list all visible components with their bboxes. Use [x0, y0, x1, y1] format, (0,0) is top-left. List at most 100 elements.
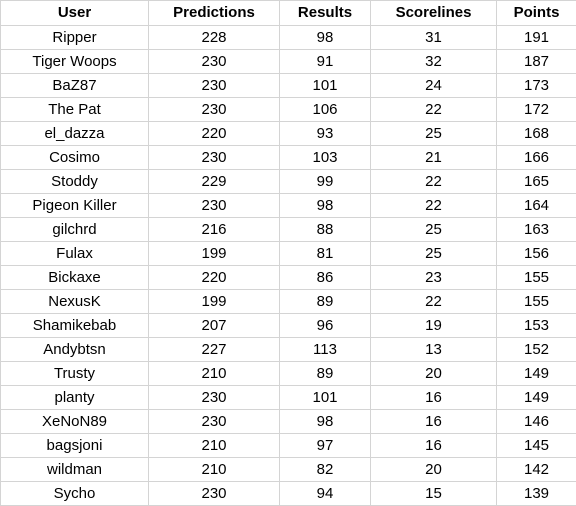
cell-user: Tiger Woops — [1, 50, 149, 74]
cell-points: 164 — [497, 194, 576, 218]
cell-points: 155 — [497, 266, 576, 290]
cell-predictions: 230 — [149, 482, 280, 506]
cell-user: The Pat — [1, 98, 149, 122]
cell-scorelines: 25 — [371, 218, 497, 242]
cell-predictions: 230 — [149, 74, 280, 98]
cell-points: 166 — [497, 146, 576, 170]
cell-results: 91 — [280, 50, 371, 74]
cell-points: 149 — [497, 386, 576, 410]
cell-user: Ripper — [1, 26, 149, 50]
header-results: Results — [280, 1, 371, 26]
cell-predictions: 220 — [149, 266, 280, 290]
cell-scorelines: 22 — [371, 170, 497, 194]
cell-user: gilchrd — [1, 218, 149, 242]
cell-points: 139 — [497, 482, 576, 506]
cell-predictions: 199 — [149, 242, 280, 266]
cell-results: 98 — [280, 410, 371, 434]
table-row: Pigeon Killer2309822164 — [1, 194, 576, 218]
cell-results: 106 — [280, 98, 371, 122]
header-scorelines: Scorelines — [371, 1, 497, 26]
cell-scorelines: 23 — [371, 266, 497, 290]
cell-predictions: 207 — [149, 314, 280, 338]
cell-scorelines: 16 — [371, 434, 497, 458]
cell-user: Fulax — [1, 242, 149, 266]
cell-scorelines: 25 — [371, 122, 497, 146]
cell-predictions: 228 — [149, 26, 280, 50]
cell-user: NexusK — [1, 290, 149, 314]
cell-predictions: 210 — [149, 362, 280, 386]
cell-predictions: 230 — [149, 194, 280, 218]
cell-scorelines: 19 — [371, 314, 497, 338]
cell-predictions: 230 — [149, 410, 280, 434]
cell-user: Cosimo — [1, 146, 149, 170]
cell-results: 88 — [280, 218, 371, 242]
cell-points: 163 — [497, 218, 576, 242]
table-row: bagsjoni2109716145 — [1, 434, 576, 458]
table-row: Shamikebab2079619153 — [1, 314, 576, 338]
table-row: Trusty2108920149 — [1, 362, 576, 386]
cell-predictions: 227 — [149, 338, 280, 362]
cell-results: 101 — [280, 386, 371, 410]
cell-results: 98 — [280, 26, 371, 50]
cell-points: 149 — [497, 362, 576, 386]
table-row: Sycho2309415139 — [1, 482, 576, 506]
cell-results: 103 — [280, 146, 371, 170]
header-user: User — [1, 1, 149, 26]
cell-user: Sycho — [1, 482, 149, 506]
header-row: User Predictions Results Scorelines Poin… — [1, 1, 576, 26]
cell-points: 191 — [497, 26, 576, 50]
cell-scorelines: 16 — [371, 410, 497, 434]
header-points: Points — [497, 1, 576, 26]
cell-results: 82 — [280, 458, 371, 482]
cell-points: 146 — [497, 410, 576, 434]
table-row: BaZ8723010124173 — [1, 74, 576, 98]
cell-scorelines: 22 — [371, 98, 497, 122]
table-body: Ripper2289831191Tiger Woops2309132187BaZ… — [1, 26, 576, 506]
cell-points: 165 — [497, 170, 576, 194]
cell-points: 187 — [497, 50, 576, 74]
cell-points: 145 — [497, 434, 576, 458]
cell-results: 101 — [280, 74, 371, 98]
cell-predictions: 230 — [149, 98, 280, 122]
cell-scorelines: 22 — [371, 290, 497, 314]
cell-scorelines: 32 — [371, 50, 497, 74]
cell-user: Shamikebab — [1, 314, 149, 338]
cell-scorelines: 15 — [371, 482, 497, 506]
cell-scorelines: 16 — [371, 386, 497, 410]
cell-points: 153 — [497, 314, 576, 338]
cell-scorelines: 20 — [371, 458, 497, 482]
cell-predictions: 230 — [149, 386, 280, 410]
cell-user: Trusty — [1, 362, 149, 386]
cell-results: 86 — [280, 266, 371, 290]
cell-results: 89 — [280, 290, 371, 314]
table-row: Cosimo23010321166 — [1, 146, 576, 170]
cell-user: Pigeon Killer — [1, 194, 149, 218]
cell-user: BaZ87 — [1, 74, 149, 98]
cell-points: 156 — [497, 242, 576, 266]
cell-predictions: 220 — [149, 122, 280, 146]
cell-scorelines: 25 — [371, 242, 497, 266]
cell-predictions: 199 — [149, 290, 280, 314]
cell-results: 98 — [280, 194, 371, 218]
table-row: Tiger Woops2309132187 — [1, 50, 576, 74]
cell-user: Stoddy — [1, 170, 149, 194]
table-row: Fulax1998125156 — [1, 242, 576, 266]
table-row: The Pat23010622172 — [1, 98, 576, 122]
table-row: planty23010116149 — [1, 386, 576, 410]
cell-results: 96 — [280, 314, 371, 338]
table-row: Ripper2289831191 — [1, 26, 576, 50]
table-row: XeNoN892309816146 — [1, 410, 576, 434]
table-row: Bickaxe2208623155 — [1, 266, 576, 290]
table-row: gilchrd2168825163 — [1, 218, 576, 242]
cell-scorelines: 20 — [371, 362, 497, 386]
cell-scorelines: 24 — [371, 74, 497, 98]
cell-scorelines: 21 — [371, 146, 497, 170]
cell-scorelines: 22 — [371, 194, 497, 218]
cell-predictions: 210 — [149, 458, 280, 482]
cell-predictions: 230 — [149, 50, 280, 74]
cell-results: 99 — [280, 170, 371, 194]
cell-results: 81 — [280, 242, 371, 266]
cell-user: planty — [1, 386, 149, 410]
cell-points: 152 — [497, 338, 576, 362]
cell-user: el_dazza — [1, 122, 149, 146]
